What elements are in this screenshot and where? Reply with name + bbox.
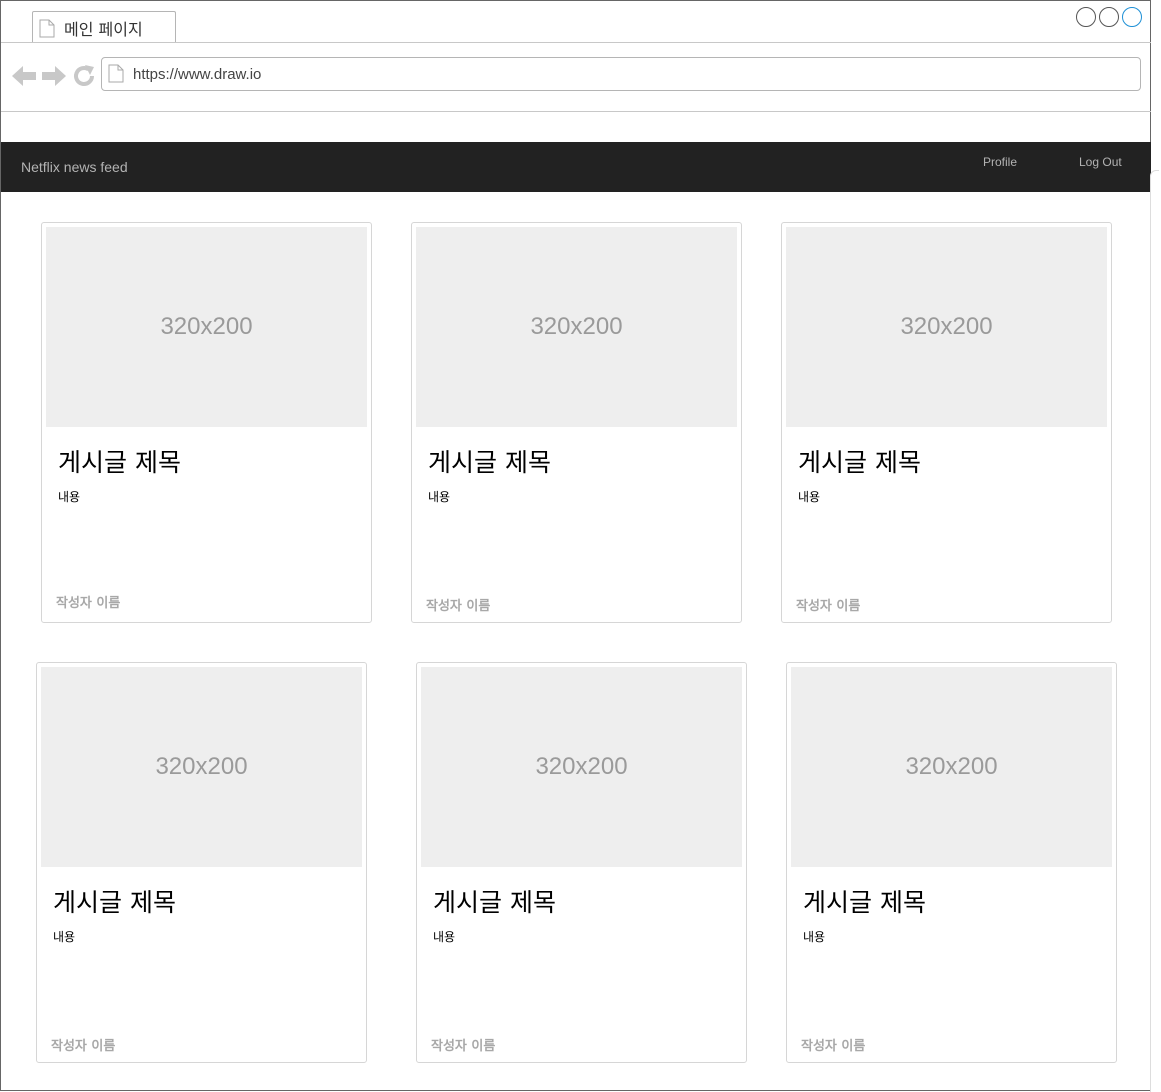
post-content: 내용 — [58, 490, 81, 504]
post-content: 내용 — [53, 930, 76, 944]
post-content: 내용 — [428, 490, 451, 504]
post-title: 게시글 제목 — [798, 448, 921, 477]
browser-window: 메인 페이지 https://www.draw.io Netflix news … — [0, 0, 1151, 1091]
image-size-label: 320x200 — [160, 313, 253, 340]
post-title: 게시글 제목 — [803, 888, 926, 917]
logout-link[interactable]: Log Out — [1079, 155, 1122, 169]
image-placeholder: 320x200 — [791, 667, 1112, 867]
post-author: 작성자 이름 — [431, 1039, 496, 1054]
minimize-button[interactable] — [1076, 7, 1096, 27]
post-card[interactable]: 320x200 게시글 제목 내용 작성자 이름 — [41, 222, 372, 623]
post-title: 게시글 제목 — [428, 448, 551, 477]
post-title: 게시글 제목 — [433, 888, 556, 917]
post-content: 내용 — [433, 930, 456, 944]
post-card[interactable]: 320x200 게시글 제목 내용 작성자 이름 — [781, 222, 1112, 623]
window-edge — [1150, 170, 1159, 1092]
image-placeholder: 320x200 — [41, 667, 362, 867]
image-placeholder: 320x200 — [786, 227, 1107, 427]
profile-link[interactable]: Profile — [983, 155, 1017, 169]
arrow-left-icon[interactable] — [11, 64, 37, 92]
maximize-button[interactable] — [1099, 7, 1119, 27]
post-card[interactable]: 320x200 게시글 제목 내용 작성자 이름 — [411, 222, 742, 623]
tab-bar: 메인 페이지 — [1, 1, 1151, 43]
post-author: 작성자 이름 — [56, 596, 121, 611]
post-content: 내용 — [798, 490, 821, 504]
app-navbar: Netflix news feed Profile Log Out — [1, 142, 1151, 192]
image-placeholder: 320x200 — [416, 227, 737, 427]
post-author: 작성자 이름 — [801, 1039, 866, 1054]
image-placeholder: 320x200 — [421, 667, 742, 867]
tab-main-page[interactable]: 메인 페이지 — [32, 11, 176, 42]
document-icon — [39, 19, 55, 42]
image-size-label: 320x200 — [530, 313, 623, 340]
close-button[interactable] — [1122, 7, 1142, 27]
post-title: 게시글 제목 — [58, 448, 181, 477]
image-size-label: 320x200 — [155, 753, 248, 780]
image-size-label: 320x200 — [535, 753, 628, 780]
address-bar[interactable]: https://www.draw.io — [101, 57, 1141, 91]
address-row: https://www.draw.io — [1, 43, 1151, 112]
document-icon — [108, 64, 124, 87]
post-author: 작성자 이름 — [796, 599, 861, 614]
post-author: 작성자 이름 — [51, 1039, 116, 1054]
image-size-label: 320x200 — [900, 313, 993, 340]
brand-title[interactable]: Netflix news feed — [21, 159, 128, 175]
refresh-icon[interactable] — [72, 64, 96, 92]
post-content: 내용 — [803, 930, 826, 944]
url-text: https://www.draw.io — [133, 66, 262, 83]
tab-label: 메인 페이지 — [64, 20, 143, 39]
post-card[interactable]: 320x200 게시글 제목 내용 작성자 이름 — [36, 662, 367, 1063]
post-card[interactable]: 320x200 게시글 제목 내용 작성자 이름 — [786, 662, 1117, 1063]
arrow-right-icon[interactable] — [41, 64, 67, 92]
post-card[interactable]: 320x200 게시글 제목 내용 작성자 이름 — [416, 662, 747, 1063]
image-size-label: 320x200 — [905, 753, 998, 780]
post-author: 작성자 이름 — [426, 599, 491, 614]
post-title: 게시글 제목 — [53, 888, 176, 917]
image-placeholder: 320x200 — [46, 227, 367, 427]
window-controls — [1076, 7, 1142, 27]
